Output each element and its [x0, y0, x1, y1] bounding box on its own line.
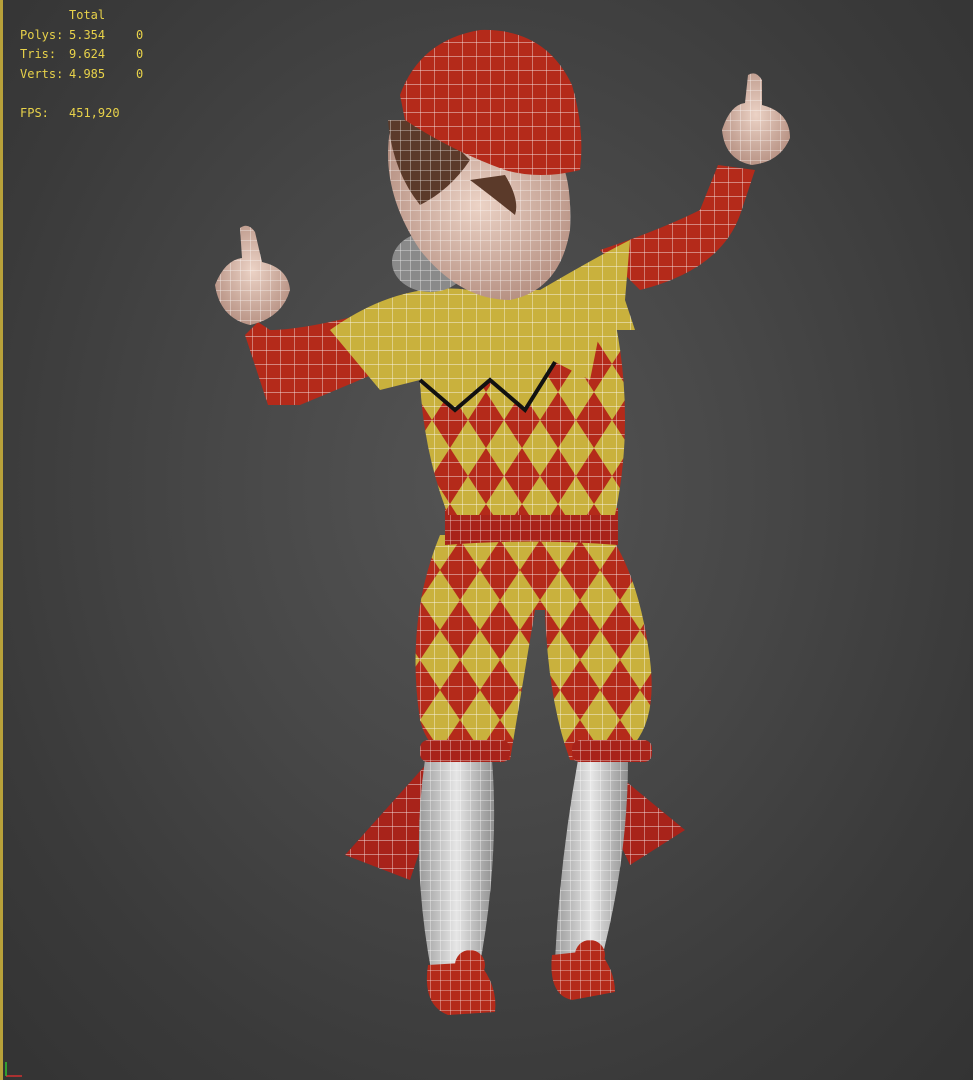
perspective-viewport[interactable]: Total Polys: 5.354 0 Tris: 9.624 0 Verts… — [0, 0, 973, 1080]
harlequin-pants — [415, 535, 652, 762]
leg-ribbons — [345, 760, 685, 880]
jester-character-model[interactable] — [0, 0, 973, 1080]
axis-gizmo-icon — [5, 1062, 22, 1077]
